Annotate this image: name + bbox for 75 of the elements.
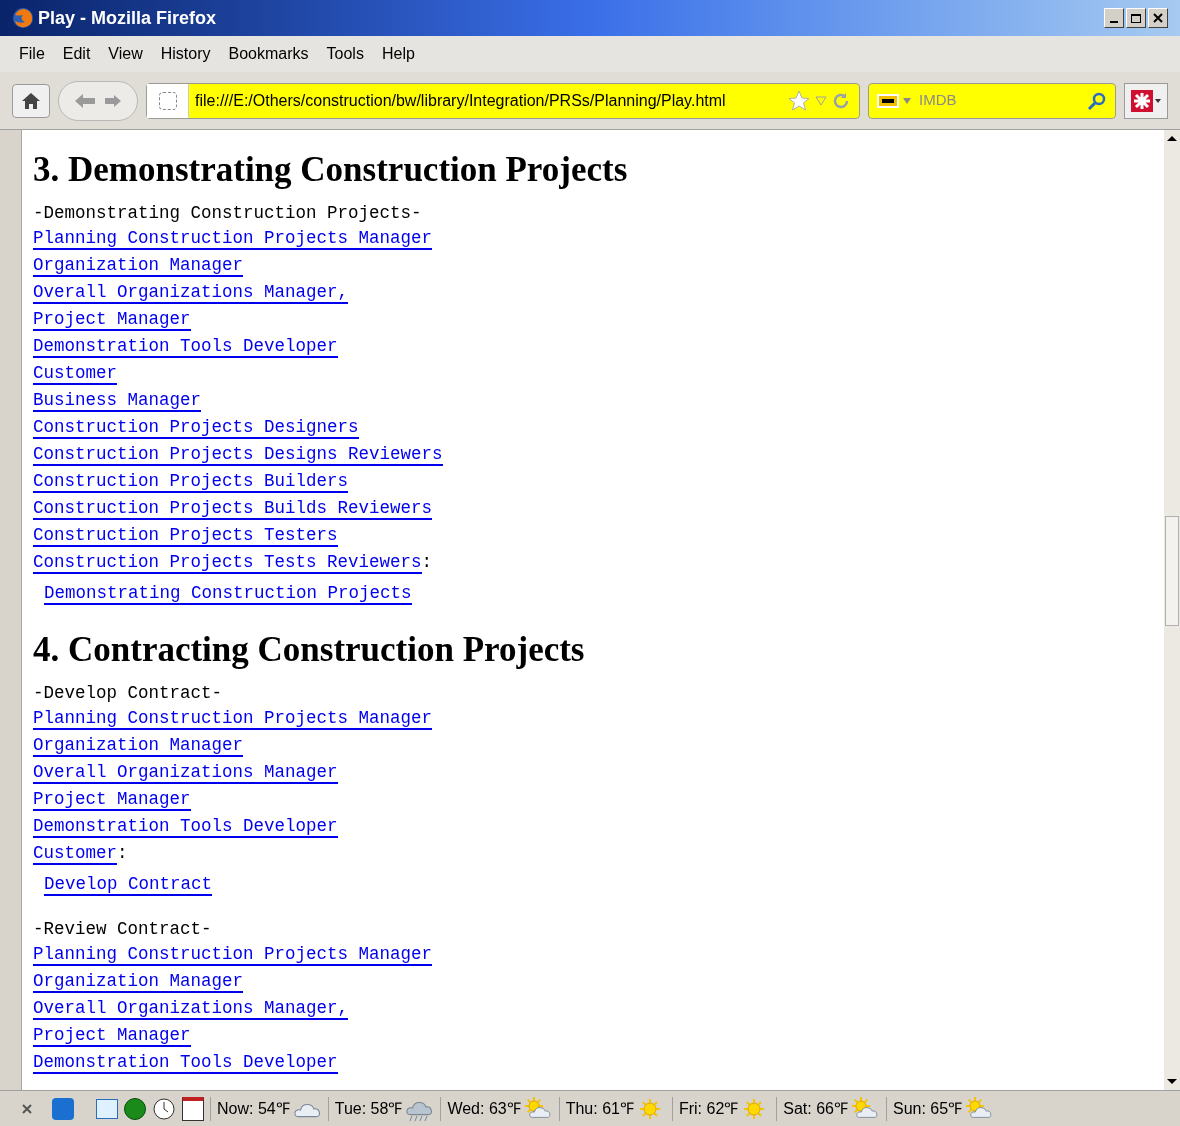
minimize-button[interactable] <box>1104 8 1124 28</box>
link[interactable]: Project Manager <box>33 790 191 812</box>
menu-item[interactable]: History <box>155 42 216 66</box>
clock-icon[interactable] <box>152 1096 176 1121</box>
menu-item[interactable]: Bookmarks <box>223 42 314 66</box>
link[interactable]: Planning Construction Projects Manager <box>33 944 433 966</box>
group-title: -Develop Contract- <box>33 684 223 704</box>
scrollbar-thumb[interactable] <box>1165 516 1179 626</box>
caret-icon <box>1155 97 1161 104</box>
link[interactable]: Business Manager <box>33 391 202 412</box>
home-icon <box>21 91 41 110</box>
link[interactable]: Project Manager <box>33 310 191 331</box>
link[interactable]: Demonstration Tools Developer <box>33 817 338 839</box>
section-heading: 4. Contracting Construction Projects <box>33 629 586 672</box>
back-arrow-icon <box>74 91 96 110</box>
menu-item[interactable]: Tools <box>321 42 369 66</box>
close-button[interactable] <box>1148 8 1168 28</box>
weather-forecast: Thu: 61℉ <box>565 1098 634 1119</box>
weather-partly-icon <box>522 1096 553 1121</box>
link[interactable]: Project Manager <box>33 1025 191 1047</box>
home-button[interactable] <box>12 83 50 118</box>
link[interactable]: Construction Projects Builders <box>33 472 349 493</box>
link[interactable]: Organization Manager <box>33 736 244 758</box>
link[interactable]: Demonstrating Construction Projects <box>44 583 412 605</box>
link[interactable]: Develop Contract <box>44 874 213 897</box>
link[interactable]: Construction Projects Testers <box>33 526 338 547</box>
group-title: -Review Contract- <box>33 919 212 939</box>
search-icon[interactable] <box>1087 90 1107 111</box>
search-engine-icon[interactable] <box>877 93 899 108</box>
page-icon <box>158 91 177 110</box>
link[interactable]: Demonstration Tools Developer <box>33 1052 338 1074</box>
url-text: file:///E:/Others/construction/bw/library/Integration/PRSs/Planning/Play.html <box>195 90 726 111</box>
weather-partly-icon <box>850 1096 880 1121</box>
weather-forecast: Fri: 62℉ <box>678 1098 739 1119</box>
maximize-button[interactable] <box>1126 8 1146 28</box>
link[interactable]: Construction Projects Designers <box>33 418 359 439</box>
menu-item[interactable]: View <box>103 42 148 66</box>
weather-forecast: Sun: 65℉ <box>893 1098 963 1119</box>
address-bar[interactable]: file:///E:/Others/construction/bw/library/Integration/PRSs/Planning/Play.html <box>146 82 860 119</box>
menu-item[interactable]: Edit <box>57 42 96 66</box>
asterisk-icon <box>1131 89 1153 112</box>
group-title: -Demonstrating Construction Projects- <box>33 204 422 223</box>
colon-text: : <box>421 553 433 574</box>
caret-icon[interactable] <box>903 97 911 104</box>
addon-button[interactable] <box>1124 82 1168 119</box>
weather-forecast: Now: 54℉ <box>217 1098 290 1119</box>
link[interactable]: Overall Organizations Manager, <box>33 998 349 1020</box>
link[interactable]: Customer <box>33 364 117 385</box>
close-icon <box>1153 13 1163 23</box>
weather-forecast: Sat: 66℉ <box>783 1098 848 1119</box>
section-heading: 3. Demonstrating Construction Projects <box>33 149 629 191</box>
link[interactable]: Construction Projects Tests Reviewers <box>33 553 422 574</box>
browser-logo-icon <box>12 7 34 29</box>
link[interactable]: Construction Projects Builds Reviewers <box>33 499 433 520</box>
menu-item[interactable]: File <box>14 42 50 66</box>
link[interactable]: Construction Projects Designs Reviewers <box>33 445 443 466</box>
search-placeholder: IMDB <box>919 90 957 111</box>
forward-arrow-icon <box>104 92 122 109</box>
menu-item[interactable]: Help <box>376 42 420 66</box>
window-title: Play - Mozilla Firefox <box>38 6 217 30</box>
link[interactable]: Overall Organizations Manager <box>33 763 338 785</box>
weather-forecast: Tue: 58℉ <box>334 1098 403 1119</box>
link[interactable]: Organization Manager <box>33 971 244 993</box>
colon-text: : <box>117 844 128 866</box>
scrollbar[interactable] <box>1164 130 1180 1090</box>
close-icon[interactable] <box>20 1101 34 1116</box>
link[interactable]: Organization Manager <box>33 256 244 277</box>
link[interactable]: Planning Construction Projects Manager <box>33 229 433 250</box>
weather-forecast: Wed: 63℉ <box>447 1098 521 1119</box>
calendar-icon[interactable] <box>182 1096 204 1121</box>
link[interactable]: Planning Construction Projects Manager <box>33 709 433 731</box>
link[interactable]: Customer <box>33 844 117 866</box>
link[interactable]: Overall Organizations Manager, <box>33 283 349 304</box>
link[interactable]: Demonstration Tools Developer <box>33 337 338 358</box>
star-icon[interactable] <box>787 88 811 113</box>
